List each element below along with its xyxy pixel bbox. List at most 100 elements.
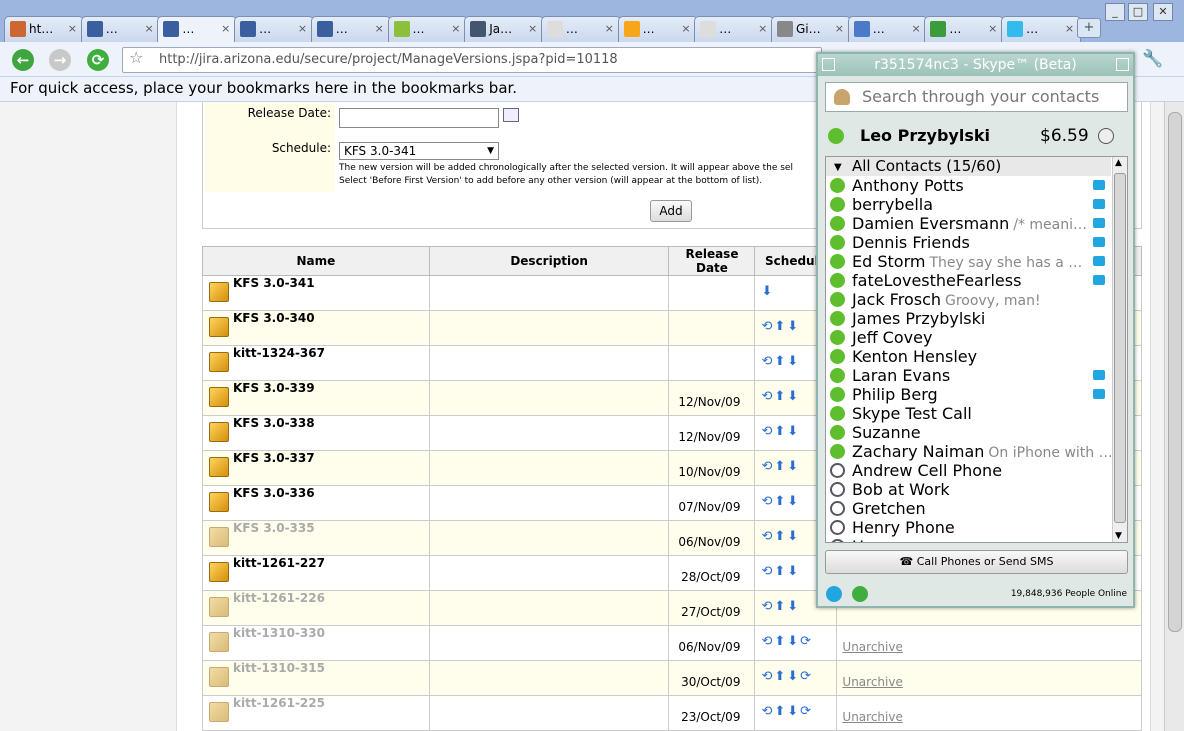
version-name[interactable]: KFS 3.0-338 xyxy=(203,416,429,442)
schedule-select[interactable]: KFS 3.0-341 ▼ xyxy=(339,142,499,160)
contact-item[interactable]: Laran Evans xyxy=(826,366,1111,385)
header-release-date[interactable]: Release Date xyxy=(668,246,756,276)
contact-item[interactable]: fateLovestheFearless xyxy=(826,271,1111,290)
contact-item[interactable]: Home xyxy=(826,537,1111,542)
unarchive-link[interactable]: Unarchive xyxy=(842,710,902,724)
browser-tab[interactable]: Gi… × xyxy=(771,16,851,42)
browser-tab[interactable]: … × xyxy=(157,16,238,42)
skype-logo-icon[interactable] xyxy=(826,586,842,602)
maximize-button[interactable]: □ xyxy=(1128,3,1148,21)
schedule-arrows-icon[interactable]: ⟲⬆⬇⟳ xyxy=(754,660,838,696)
tab-close-icon[interactable]: × xyxy=(605,17,614,41)
skype-menu-icon[interactable] xyxy=(822,58,835,71)
tab-close-icon[interactable]: × xyxy=(835,17,844,41)
contact-item[interactable]: Jack Frosch Groovy, man! xyxy=(826,290,1111,309)
skype-credit[interactable]: $6.59 xyxy=(1040,122,1089,150)
header-name[interactable]: Name xyxy=(202,246,430,276)
contact-search-input[interactable]: Search through your contacts xyxy=(825,82,1128,112)
tab-close-icon[interactable]: × xyxy=(375,17,384,41)
contact-item[interactable]: Kenton Hensley xyxy=(826,347,1111,366)
scroll-up-arrow-icon[interactable]: ▲ xyxy=(1115,158,1122,168)
contact-item[interactable]: Philip Berg xyxy=(826,385,1111,404)
add-contact-icon[interactable] xyxy=(852,586,868,602)
contact-item[interactable]: Jeff Covey xyxy=(826,328,1111,347)
unarchive-link[interactable]: Unarchive xyxy=(842,640,902,654)
version-name[interactable]: KFS 3.0-341 xyxy=(203,276,429,302)
version-name[interactable]: KFS 3.0-336 xyxy=(203,486,429,512)
browser-tab[interactable]: … × xyxy=(694,16,775,42)
unarchive-link[interactable]: Unarchive xyxy=(842,675,902,689)
tab-close-icon[interactable]: × xyxy=(68,17,77,41)
version-name[interactable]: KFS 3.0-337 xyxy=(203,451,429,477)
version-name[interactable]: kitt-1261-227 xyxy=(203,556,429,582)
page-scrollbar[interactable] xyxy=(1164,102,1184,731)
clock-icon[interactable] xyxy=(1098,128,1114,144)
online-status-icon[interactable] xyxy=(828,128,844,144)
contact-item[interactable]: Andrew Cell Phone xyxy=(826,461,1111,480)
skype-maximize-icon[interactable] xyxy=(1116,58,1129,71)
scroll-down-arrow-icon[interactable]: ▼ xyxy=(1115,531,1122,541)
browser-tab[interactable]: Ja… × xyxy=(464,16,545,42)
contact-item[interactable]: Dennis Friends xyxy=(826,233,1111,252)
browser-tab[interactable]: … × xyxy=(540,16,621,42)
release-date-input[interactable] xyxy=(339,108,499,128)
tab-close-icon[interactable]: × xyxy=(298,17,307,41)
skype-user-bar[interactable]: Leo Przybylski $6.59 xyxy=(825,122,1130,150)
tab-close-icon[interactable]: × xyxy=(758,17,767,41)
contact-scrollbar-thumb[interactable] xyxy=(1114,173,1126,523)
page-scrollbar-thumb[interactable] xyxy=(1168,112,1182,632)
tab-close-icon[interactable]: × xyxy=(528,17,537,41)
schedule-arrows-icon[interactable]: ⟲⬆⬇⟳ xyxy=(754,695,838,731)
version-name[interactable]: KFS 3.0-339 xyxy=(203,381,429,407)
browser-tab[interactable]: … × xyxy=(80,16,161,42)
tab-close-icon[interactable]: × xyxy=(1065,17,1074,41)
contact-group-header[interactable]: ▼ All Contacts (15/60) xyxy=(826,157,1111,176)
new-tab-button[interactable]: + xyxy=(1077,18,1101,38)
contact-item[interactable]: Skype Test Call xyxy=(826,404,1111,423)
version-name[interactable]: kitt-1310-315 xyxy=(203,661,429,687)
wrench-menu-icon[interactable]: 🔧 xyxy=(1142,49,1163,69)
version-name[interactable]: kitt-1261-226 xyxy=(203,591,429,617)
version-name[interactable]: kitt-1310-330 xyxy=(203,626,429,652)
browser-tab[interactable]: … × xyxy=(924,16,1005,42)
version-name[interactable]: kitt-1261-225 xyxy=(203,696,429,722)
contact-item[interactable]: Zachary Naiman On iPhone with … xyxy=(826,442,1111,461)
minimize-button[interactable]: _ xyxy=(1105,3,1125,21)
browser-tab[interactable]: … × xyxy=(1001,16,1082,42)
window-close-button[interactable]: ✕ xyxy=(1153,3,1173,21)
tab-close-icon[interactable]: × xyxy=(451,17,460,41)
version-name[interactable]: KFS 3.0-340 xyxy=(203,311,429,337)
contact-item[interactable]: Ed Storm They say she has a … xyxy=(826,252,1111,271)
tab-close-icon[interactable]: × xyxy=(911,17,920,41)
contact-item[interactable]: Bob at Work xyxy=(826,480,1111,499)
back-button[interactable]: ← xyxy=(12,49,34,71)
contact-item[interactable]: Damien Eversmann/* meani… xyxy=(826,214,1111,233)
browser-tab[interactable]: … × xyxy=(617,16,698,42)
skype-title-bar[interactable]: r351574nc3 - Skype™ (Beta) xyxy=(818,54,1133,76)
browser-tab[interactable]: ht… × xyxy=(4,16,84,42)
tab-close-icon[interactable]: × xyxy=(221,17,230,41)
tab-close-icon[interactable]: × xyxy=(144,17,153,41)
contact-item[interactable]: Gretchen xyxy=(826,499,1111,518)
browser-tab[interactable]: … × xyxy=(847,16,928,42)
contact-item[interactable]: Anthony Potts xyxy=(826,176,1111,195)
contact-list-scrollbar[interactable]: ▲ ▼ xyxy=(1112,157,1127,542)
add-button[interactable]: Add xyxy=(650,200,692,222)
tab-close-icon[interactable]: × xyxy=(681,17,690,41)
version-name[interactable]: KFS 3.0-335 xyxy=(203,521,429,547)
contact-item[interactable]: James Przybylski xyxy=(826,309,1111,328)
call-phones-button[interactable]: ☎ Call Phones or Send SMS xyxy=(825,550,1128,574)
calendar-icon[interactable] xyxy=(503,108,519,122)
contact-item[interactable]: berrybella xyxy=(826,195,1111,214)
browser-tab[interactable]: … × xyxy=(234,16,315,42)
address-bar[interactable]: http://jira.arizona.edu/secure/project/M… xyxy=(122,47,822,73)
version-name[interactable]: kitt-1324-367 xyxy=(203,346,429,372)
browser-tab[interactable]: … × xyxy=(310,16,391,42)
contact-item[interactable]: Suzanne xyxy=(826,423,1111,442)
header-description[interactable]: Description xyxy=(428,246,670,276)
schedule-arrows-icon[interactable]: ⟲⬆⬇⟳ xyxy=(754,625,838,661)
forward-button[interactable]: → xyxy=(49,49,71,71)
reload-button[interactable]: ⟳ xyxy=(87,49,109,71)
bookmark-star-icon[interactable]: ☆ xyxy=(129,48,143,67)
browser-tab[interactable]: … × xyxy=(387,16,468,42)
